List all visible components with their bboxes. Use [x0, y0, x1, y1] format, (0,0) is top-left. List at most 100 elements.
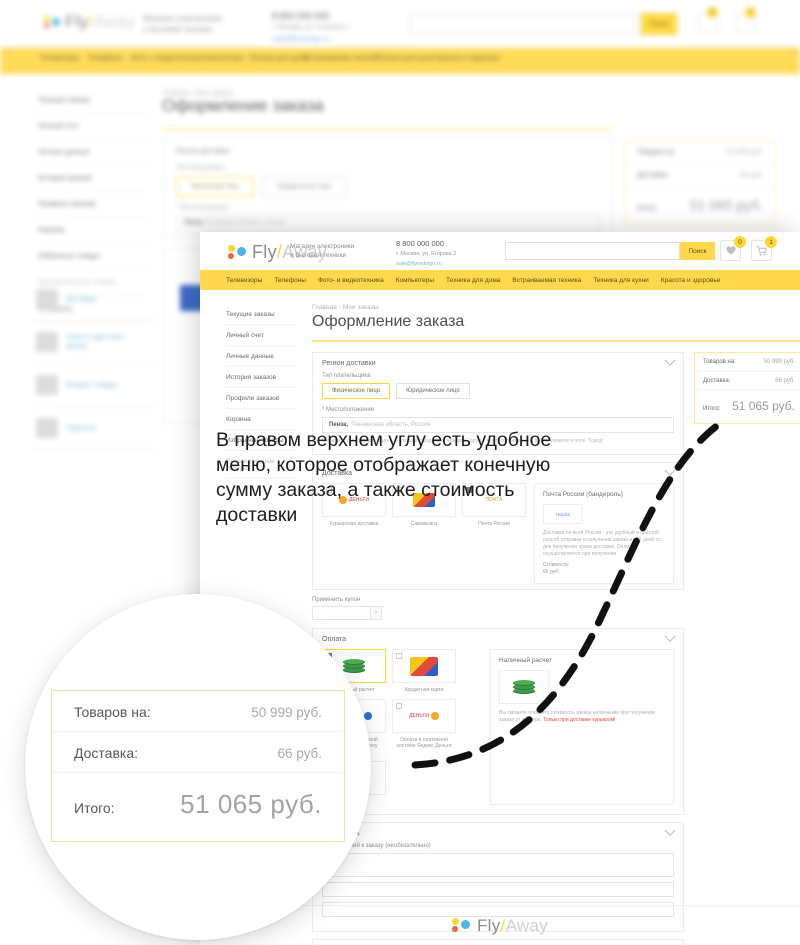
breadcrumb-separator: › — [338, 304, 341, 311]
delivery-cost-label: Стоимость: — [543, 562, 570, 568]
region-section-title: Регион доставки — [322, 359, 376, 367]
magnified-row-goods: Товаров на: 50 999 руб. — [52, 691, 344, 732]
buyer-field-1[interactable] — [322, 882, 674, 897]
credit-card-icon — [410, 656, 438, 676]
bg-side-4[interactable]: Профили заказов — [38, 192, 148, 218]
bg-side-6[interactable]: Избранные товары — [38, 244, 148, 270]
summary-goods-value: 50 999 руб. — [763, 359, 795, 365]
background-service-cards: Доставка Заказ в один клик заказа Возврат… — [30, 278, 155, 450]
payment-option-yandex[interactable]: ДЕНЬГИ Оплата в платежной системе Яндекс… — [392, 699, 456, 749]
chevron-down-icon[interactable] — [664, 630, 676, 642]
payment-info-panel: Наличный расчет Вы сможете оплатить стои… — [490, 649, 674, 805]
page-title: Оформление заказа — [312, 313, 465, 330]
cart-badge: 1 — [765, 236, 777, 248]
nav-item-phones[interactable]: Телефоны — [274, 277, 306, 284]
bg-nav-1[interactable]: Телефоны — [88, 55, 122, 62]
summary-delivery-label: Доставка: — [703, 378, 731, 384]
bg-side-0[interactable]: Текущие заказы — [38, 88, 148, 114]
bg-nav-0[interactable]: Телевизоры — [40, 55, 79, 62]
cart-icon — [756, 245, 767, 256]
nav-item-tv[interactable]: Телевизоры — [226, 277, 262, 284]
search-button[interactable]: Поиск — [680, 242, 715, 260]
coupon-field-top: › — [312, 606, 684, 620]
buyer-section-header[interactable]: Покупатель — [313, 823, 683, 843]
logo-dots-icon — [228, 244, 248, 261]
wishlist-button[interactable]: 0 — [720, 236, 746, 261]
summary-goods-label: Товаров на: — [703, 359, 736, 365]
bg-side-1[interactable]: Личный счет — [38, 114, 148, 140]
magnified-goods-value: 50 999 руб. — [251, 704, 322, 720]
magnified-goods-label: Товаров на: — [74, 704, 151, 720]
summary-row-delivery: Доставка: 66 руб. — [695, 372, 800, 391]
search-input[interactable] — [505, 242, 680, 260]
bg-search-input[interactable] — [410, 13, 640, 35]
sidebar-item-cart[interactable]: Корзина — [226, 409, 296, 430]
delivery-cost-value: 66 руб. — [543, 569, 560, 575]
coupon-apply-top[interactable]: › — [370, 606, 382, 620]
bg-nav-2[interactable]: Фото- и видеотехника — [131, 55, 202, 62]
bg-nav-6[interactable]: Техника для кухни — [375, 55, 435, 62]
main-nav: Телевизоры Телефоны Фото- и видеотехника… — [200, 270, 800, 290]
summary-row-goods: Товаров на: 50 999 руб. — [695, 353, 800, 372]
payment-option-yandex-label: Оплата в платежной системе Яндекс.Деньги — [396, 737, 452, 749]
comment-textarea[interactable] — [322, 853, 674, 877]
payer-individual-button[interactable]: Физическое лицо — [322, 383, 391, 399]
sidebar-item-order-profiles[interactable]: Профили заказов — [226, 388, 296, 409]
comment-label: Комментарий к заказу (необязательно) — [322, 843, 431, 849]
coins-icon — [343, 657, 365, 675]
nav-item-kitchen-tech[interactable]: Техника для кухни — [593, 277, 649, 284]
magnified-summary-box: Товаров на: 50 999 руб. Доставка: 66 руб… — [51, 690, 345, 842]
chevron-down-icon[interactable] — [664, 824, 676, 836]
bg-search-button[interactable]: Поиск — [641, 13, 677, 35]
bg-nav-7[interactable]: Красота и здоровье — [436, 55, 500, 62]
bg-nav-4[interactable]: Техника для дома — [249, 55, 308, 62]
magnified-row-total: Итого: 51 065 руб. — [52, 773, 344, 834]
bg-side-5[interactable]: Корзина — [38, 218, 148, 244]
title-divider — [312, 340, 800, 342]
bg-nav-5[interactable]: Встраиваемая техника — [304, 55, 378, 62]
payer-type-label: Тип плательщика — [322, 373, 371, 379]
nav-item-photo-video[interactable]: Фото- и видеотехника — [318, 277, 384, 284]
summary-total-label: Итого: — [703, 406, 721, 412]
cart-button[interactable]: 1 — [751, 236, 777, 261]
sidebar-item-personal-data[interactable]: Личные данные — [226, 346, 296, 367]
site-tagline: Магазин электроники и бытовой техники — [290, 243, 355, 259]
nav-item-computers[interactable]: Компьютеры — [396, 277, 434, 284]
magnified-delivery-value: 66 руб. — [277, 745, 322, 761]
chevron-down-icon[interactable] — [664, 464, 676, 476]
bg-tagline: Магазин электроники и бытовой техники — [143, 14, 223, 34]
nav-item-home-tech[interactable]: Техника для дома — [446, 277, 500, 284]
region-section-header[interactable]: Регион доставки — [313, 353, 683, 373]
magnified-total-label: Итого: — [74, 800, 115, 816]
payment-section-header[interactable]: Оплата — [313, 629, 683, 649]
payment-info-title: Наличный расчет — [499, 657, 552, 664]
bg-cart-badge: 1 — [745, 7, 756, 18]
order-summary-column: Товаров на: 50 999 руб. Доставка: 66 руб… — [694, 352, 800, 945]
summary-delivery-value: 66 руб. — [775, 378, 795, 384]
sidebar-item-order-history[interactable]: История заказов — [226, 367, 296, 388]
breadcrumb-home[interactable]: Главная — [312, 304, 337, 311]
sidebar-item-personal-account[interactable]: Личный счет — [226, 325, 296, 346]
bg-nav-3[interactable]: Компьютеры — [203, 55, 244, 62]
bg-logo-away: Away — [93, 12, 136, 31]
delivery-description: Доставка по всей России - это удобный и … — [543, 530, 661, 557]
breadcrumb: Главная › Мои заказы — [312, 304, 800, 311]
heart-icon — [725, 246, 736, 255]
wishlist-badge: 0 — [734, 236, 746, 248]
nav-item-builtin-tech[interactable]: Встраиваемая техника — [512, 277, 581, 284]
contact-email[interactable]: sale@flyredsign.ru — [396, 259, 456, 269]
magnified-total-value: 51 065 руб. — [180, 789, 322, 819]
payer-legal-button[interactable]: Юридическое лицо — [396, 383, 470, 399]
nav-item-beauty-health[interactable]: Красота и здоровье — [661, 277, 721, 284]
coupon-input-top[interactable] — [312, 606, 370, 620]
contact-phone: 8 800 000 000 — [396, 239, 444, 248]
magnified-row-delivery: Доставка: 66 руб. — [52, 732, 344, 773]
summary-row-total: Итого: 51 065 руб. — [695, 391, 800, 423]
sidebar-item-current-orders[interactable]: Текущие заказы — [226, 304, 296, 325]
bg-side-2[interactable]: Личные данные — [38, 140, 148, 166]
payment-option-card[interactable]: Кредитная карта — [392, 649, 456, 693]
bg-wishlist-badge: 0 — [707, 7, 718, 18]
breadcrumb-current: Мои заказы — [342, 304, 379, 311]
bg-side-3[interactable]: История заказов — [38, 166, 148, 192]
chevron-down-icon[interactable] — [664, 354, 676, 366]
